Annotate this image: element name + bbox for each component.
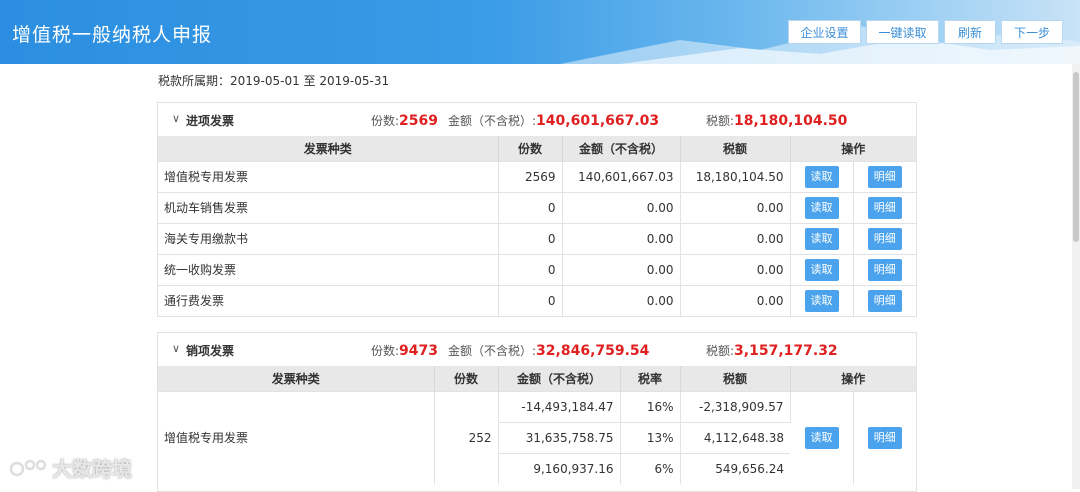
tax-rate: 13% <box>620 421 681 453</box>
read-button[interactable]: 读取 <box>804 258 839 281</box>
invoice-type: 增值税专用发票 <box>158 390 435 484</box>
table-header-row: 发票种类 份数 金额（不含税） 税额 操作 <box>158 136 917 161</box>
invoice-amount: 0.00 <box>562 191 681 223</box>
next-step-button[interactable]: 下一步 <box>1001 20 1063 44</box>
invoice-count: 0 <box>498 222 563 254</box>
column-header: 份数 <box>498 136 563 161</box>
detail-button[interactable]: 明细 <box>867 165 902 188</box>
invoice-type: 机动车销售发票 <box>158 191 499 223</box>
invoice-tax: 4,112,648.38 <box>680 421 790 453</box>
output-invoices-panel: ∨ 销项发票 份数:9473 金额（不含税）:32,846,759.54 税额:… <box>157 332 917 492</box>
invoice-amount: 0.00 <box>562 253 681 285</box>
column-header: 发票种类 <box>158 366 435 391</box>
column-header: 操作 <box>790 136 917 161</box>
invoice-amount: 0.00 <box>562 222 681 254</box>
invoice-count: 0 <box>498 191 563 223</box>
column-header: 税额 <box>680 366 791 391</box>
invoice-amount: 140,601,667.03 <box>562 160 681 192</box>
invoice-count: 0 <box>498 284 563 316</box>
output-invoices-header[interactable]: ∨ 销项发票 份数:9473 金额（不含税）:32,846,759.54 税额:… <box>158 333 916 366</box>
detail-button[interactable]: 明细 <box>867 258 902 281</box>
tax-rate: 6% <box>620 452 681 484</box>
table-row: 通行费发票 0 0.00 0.00 读取 明细 <box>158 284 917 316</box>
detail-button[interactable]: 明细 <box>867 426 902 449</box>
invoice-type: 增值税专用发票 <box>158 160 499 192</box>
read-button[interactable]: 读取 <box>804 196 839 219</box>
output-tax-summary: 税额:3,157,177.32 <box>706 343 838 359</box>
table-row: 机动车销售发票 0 0.00 0.00 读取 明细 <box>158 191 917 223</box>
read-button[interactable]: 读取 <box>804 227 839 250</box>
vertical-scrollbar[interactable] <box>1072 64 1080 489</box>
invoice-amount: 9,160,937.16 <box>498 452 621 484</box>
detail-button[interactable]: 明细 <box>867 196 902 219</box>
scrollbar-thumb[interactable] <box>1073 72 1079 242</box>
invoice-tax: 0.00 <box>680 191 791 223</box>
watermark-logo-icon <box>9 459 47 476</box>
tax-period: 税款所属期：2019-05-01 至 2019-05-31 <box>158 74 390 88</box>
invoice-count: 0 <box>498 253 563 285</box>
detail-button[interactable]: 明细 <box>867 289 902 312</box>
input-tax-summary: 税额:18,180,104.50 <box>706 113 848 129</box>
column-header: 发票种类 <box>158 136 499 161</box>
output-invoices-title: 销项发票 <box>186 344 235 358</box>
input-invoices-title: 进项发票 <box>186 114 235 128</box>
invoice-amount: 31,635,758.75 <box>498 421 621 453</box>
input-invoices-panel: ∨ 进项发票 份数:2569 金额（不含税）:140,601,667.03 税额… <box>157 102 917 317</box>
read-button[interactable]: 读取 <box>804 289 839 312</box>
invoice-type: 通行费发票 <box>158 284 499 316</box>
output-amount-summary: 金额（不含税）:32,846,759.54 <box>448 343 650 359</box>
invoice-type: 海关专用缴款书 <box>158 222 499 254</box>
detail-button[interactable]: 明细 <box>867 227 902 250</box>
invoice-count: 252 <box>434 390 499 484</box>
invoice-tax: -2,318,909.57 <box>680 390 791 422</box>
read-button[interactable]: 读取 <box>804 426 839 449</box>
invoice-count: 2569 <box>498 160 563 192</box>
output-count-summary: 份数:9473 <box>371 343 439 359</box>
app-header: 增值税一般纳税人申报 企业设置 一键读取 刷新 下一步 <box>0 0 1080 64</box>
watermark-text: 大数跨境 <box>52 457 132 481</box>
input-invoices-table: 发票种类 份数 金额（不含税） 税额 操作 增值税专用发票 2569 140,6… <box>158 136 917 316</box>
table-row: 海关专用缴款书 0 0.00 0.00 读取 明细 <box>158 222 917 254</box>
invoice-tax: 549,656.24 <box>680 452 790 484</box>
tax-rate: 16% <box>620 390 681 422</box>
read-button[interactable]: 读取 <box>804 165 839 188</box>
column-header: 份数 <box>434 366 499 391</box>
invoice-tax: 0.00 <box>680 222 791 254</box>
enterprise-settings-button[interactable]: 企业设置 <box>788 20 861 44</box>
page-title: 增值税一般纳税人申报 <box>12 24 213 46</box>
invoice-tax: 18,180,104.50 <box>680 160 791 192</box>
table-row: 增值税专用发票 252 -14,493,184.47 16% -2,318,90… <box>158 390 917 484</box>
column-header: 税率 <box>620 366 681 391</box>
chevron-down-icon[interactable]: ∨ <box>172 112 180 125</box>
column-header: 税额 <box>680 136 791 161</box>
column-header: 金额（不含税） <box>562 136 681 161</box>
invoice-amount: -14,493,184.47 <box>498 390 621 422</box>
input-invoices-header[interactable]: ∨ 进项发票 份数:2569 金额（不含税）:140,601,667.03 税额… <box>158 103 916 136</box>
input-count-summary: 份数:2569 <box>371 113 439 129</box>
output-invoices-table: 发票种类 份数 金额（不含税） 税率 税额 操作 增值税专用发票 252 -14… <box>158 366 917 484</box>
table-header-row: 发票种类 份数 金额（不含税） 税率 税额 操作 <box>158 366 917 391</box>
table-row: 统一收购发票 0 0.00 0.00 读取 明细 <box>158 253 917 285</box>
invoice-amount: 0.00 <box>562 284 681 316</box>
read-all-button[interactable]: 一键读取 <box>866 20 939 44</box>
invoice-type: 统一收购发票 <box>158 253 499 285</box>
refresh-button[interactable]: 刷新 <box>944 20 996 44</box>
input-amount-summary: 金额（不含税）:140,601,667.03 <box>448 113 660 129</box>
invoice-tax: 0.00 <box>680 284 791 316</box>
column-header: 操作 <box>790 366 917 391</box>
watermark: 大数跨境 <box>8 453 132 482</box>
table-row: 增值税专用发票 2569 140,601,667.03 18,180,104.5… <box>158 160 917 192</box>
column-header: 金额（不含税） <box>498 366 621 391</box>
chevron-down-icon[interactable]: ∨ <box>172 342 180 355</box>
invoice-tax: 0.00 <box>680 253 791 285</box>
